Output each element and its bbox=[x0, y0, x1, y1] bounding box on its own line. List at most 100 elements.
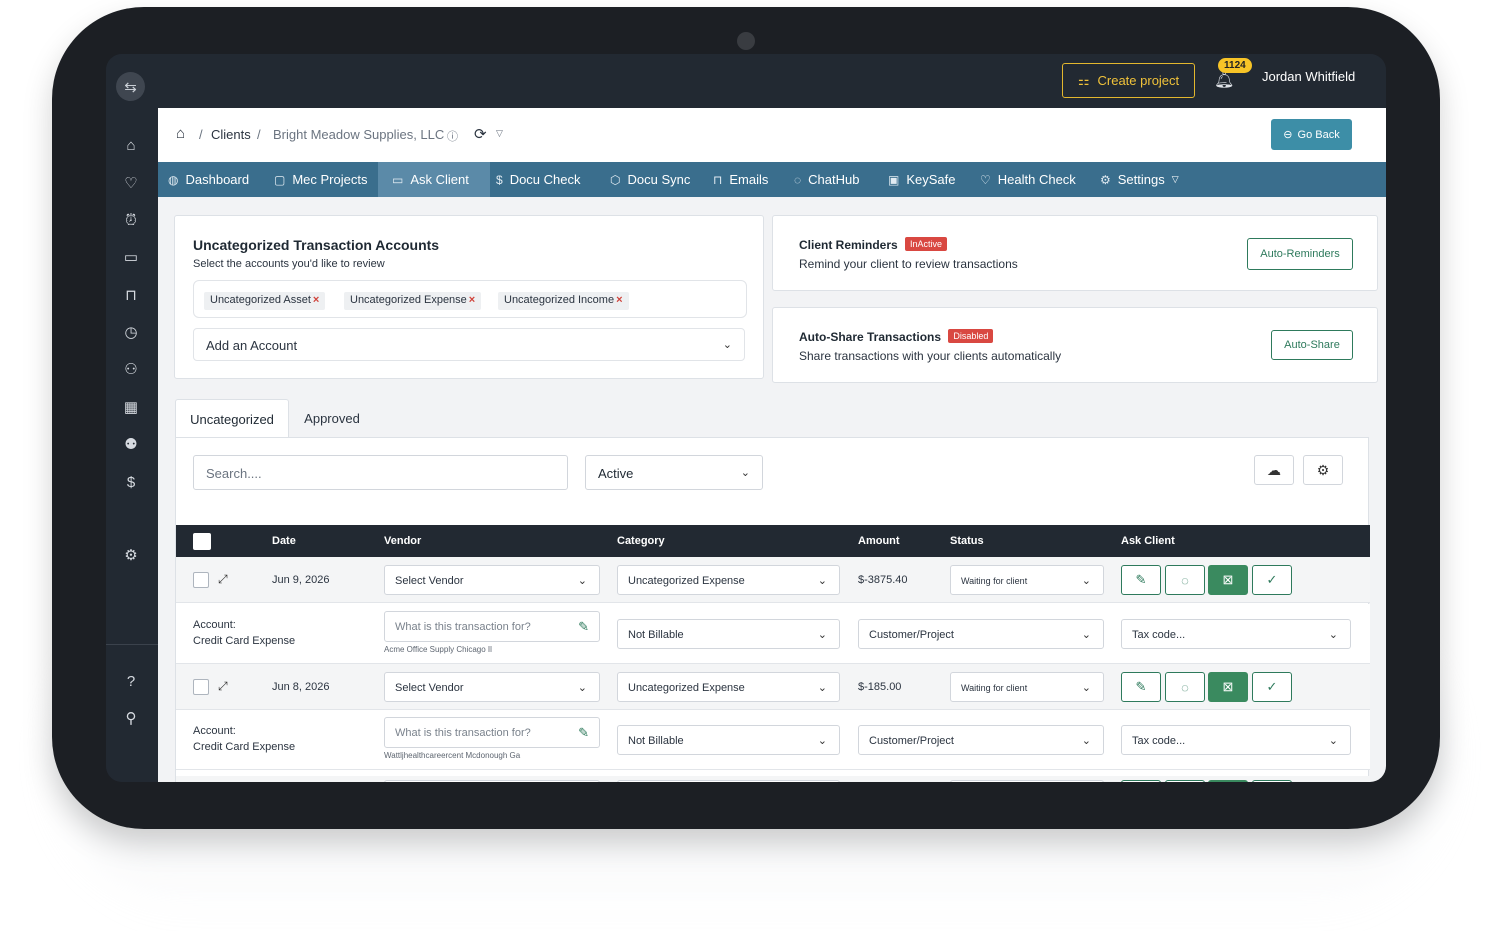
status-select[interactable] bbox=[950, 780, 1104, 782]
vendor-select[interactable]: Select Vendor ⌄ bbox=[384, 672, 600, 702]
team-icon[interactable]: ⚉ bbox=[120, 433, 142, 455]
memo-input[interactable]: What is this transaction for? ✎ bbox=[384, 611, 600, 642]
tab-docu-sync[interactable]: ⬡ Docu Sync bbox=[604, 162, 696, 197]
book-icon[interactable]: ⊓ bbox=[120, 284, 142, 306]
status-select[interactable]: Waiting for client ⌄ bbox=[950, 565, 1104, 595]
breadcrumb-clients[interactable]: Clients bbox=[211, 127, 251, 142]
status-select[interactable]: Waiting for client ⌄ bbox=[950, 672, 1104, 702]
chevron-down-icon: ⌄ bbox=[817, 575, 827, 587]
gear-icon[interactable]: ⚙ bbox=[120, 544, 142, 566]
approve-icon[interactable]: ✓ bbox=[1252, 672, 1292, 702]
approve-icon[interactable]: ✓ bbox=[1252, 565, 1292, 595]
account-chip[interactable]: Uncategorized Expense × bbox=[344, 292, 482, 310]
sidebar-toggle-icon[interactable]: ⇆ bbox=[116, 72, 145, 101]
billable-select[interactable]: Not Billable ⌄ bbox=[617, 725, 840, 755]
attach-icon[interactable]: ✎ bbox=[1121, 565, 1161, 595]
go-back-button[interactable]: ⊖ Go Back bbox=[1271, 119, 1352, 150]
row-checkbox[interactable] bbox=[193, 679, 209, 695]
cloud-download-icon[interactable]: ☁ bbox=[1254, 455, 1294, 485]
heart-icon: ♡ bbox=[980, 172, 991, 187]
row-checkbox[interactable] bbox=[193, 572, 209, 588]
add-account-select[interactable]: Add an Account ⌄ bbox=[193, 328, 745, 361]
attach-icon[interactable] bbox=[1121, 780, 1161, 782]
table-row bbox=[176, 776, 1370, 782]
auto-share-button[interactable]: Auto-Share bbox=[1271, 330, 1353, 360]
tab-mec-projects[interactable]: ▢ Mec Projects bbox=[264, 162, 377, 197]
tab-health-check[interactable]: ♡ Health Check bbox=[974, 162, 1082, 197]
account-info: Account: Credit Card Expense bbox=[193, 617, 295, 649]
select-all-checkbox[interactable] bbox=[193, 533, 211, 550]
tax-code-select[interactable]: Tax code... ⌄ bbox=[1121, 619, 1351, 649]
chevron-down-icon: ⌄ bbox=[1081, 682, 1091, 694]
table-header: Date Vendor Category Amount Status Ask C… bbox=[176, 525, 1370, 557]
customer-project-select[interactable]: Customer/Project ⌄ bbox=[858, 619, 1104, 649]
dollar-icon[interactable]: $ bbox=[120, 471, 142, 493]
expand-icon[interactable]: ⤢ bbox=[218, 679, 228, 694]
category-select[interactable] bbox=[617, 780, 840, 782]
user-name[interactable]: Jordan Whitfield bbox=[1262, 69, 1355, 84]
tab-approved[interactable]: Approved bbox=[289, 399, 375, 438]
account-chip[interactable]: Uncategorized Asset × bbox=[204, 292, 326, 310]
customer-project-select[interactable]: Customer/Project ⌄ bbox=[858, 725, 1104, 755]
chevron-down-icon: ⌄ bbox=[817, 735, 827, 747]
briefcase-icon[interactable]: ▭ bbox=[120, 246, 142, 268]
tab-ask-client[interactable]: ▭ Ask Client bbox=[378, 162, 490, 197]
approve-icon[interactable] bbox=[1252, 780, 1292, 782]
chat-icon[interactable]: ◌ bbox=[1165, 672, 1205, 702]
clock-icon[interactable]: ◷ bbox=[120, 321, 142, 343]
help-icon[interactable]: ? bbox=[120, 670, 142, 692]
chevron-down-icon[interactable]: ▽ bbox=[496, 128, 503, 139]
row-amount: $-3875.40 bbox=[858, 574, 908, 586]
tab-settings[interactable]: ⚙ Settings ▽ bbox=[1094, 162, 1185, 197]
tab-uncategorized[interactable]: Uncategorized bbox=[175, 399, 289, 438]
tax-value: Tax code... bbox=[1132, 735, 1186, 747]
gear-icon[interactable]: ⚙ bbox=[1303, 455, 1343, 485]
memo-input[interactable]: What is this transaction for? ✎ bbox=[384, 717, 600, 748]
status-filter-select[interactable]: Active ⌄ bbox=[585, 455, 763, 490]
category-select[interactable]: Uncategorized Expense ⌄ bbox=[617, 565, 840, 595]
alarm-icon[interactable]: ⏰︎ bbox=[120, 209, 142, 231]
home-icon[interactable]: ⌂ bbox=[176, 125, 185, 142]
billable-select[interactable]: Not Billable ⌄ bbox=[617, 619, 840, 649]
heart-icon[interactable]: ♡ bbox=[120, 172, 142, 194]
user-icon[interactable]: ⚲ bbox=[120, 707, 142, 729]
no-image-icon[interactable]: ⊠ bbox=[1208, 672, 1248, 702]
tab-emails[interactable]: ⊓ Emails bbox=[707, 162, 774, 197]
account-chip-input[interactable]: Uncategorized Asset × Uncategorized Expen… bbox=[193, 280, 747, 318]
info-icon[interactable]: ⓘ bbox=[447, 128, 458, 144]
sidebar-divider bbox=[106, 644, 158, 645]
status-value: Waiting for client bbox=[961, 683, 1028, 693]
vendor-select[interactable] bbox=[384, 780, 600, 782]
calendar-icon[interactable]: ▦ bbox=[120, 396, 142, 418]
create-project-button[interactable]: ⚏ Create project bbox=[1062, 63, 1195, 98]
remove-chip-icon[interactable]: × bbox=[469, 294, 475, 306]
account-chip[interactable]: Uncategorized Income × bbox=[498, 292, 629, 310]
bell-icon[interactable]: 🔔︎ bbox=[1214, 70, 1234, 90]
vendor-select[interactable]: Select Vendor ⌄ bbox=[384, 565, 600, 595]
users-icon[interactable]: ⚇ bbox=[120, 358, 142, 380]
expand-icon[interactable]: ⤢ bbox=[218, 572, 228, 587]
no-image-icon[interactable] bbox=[1208, 780, 1248, 782]
pencil-icon: ✎ bbox=[578, 725, 589, 740]
tab-keysafe[interactable]: ▣ KeySafe bbox=[882, 162, 962, 197]
tab-docu-check[interactable]: $ Docu Check bbox=[490, 162, 587, 197]
attach-icon[interactable]: ✎ bbox=[1121, 672, 1161, 702]
remove-chip-icon[interactable]: × bbox=[313, 294, 319, 306]
sync-icon[interactable]: ⟳ bbox=[474, 125, 487, 143]
no-image-icon[interactable]: ⊠ bbox=[1208, 565, 1248, 595]
chat-icon[interactable] bbox=[1165, 780, 1205, 782]
chip-label: Uncategorized Asset bbox=[210, 294, 311, 306]
tab-chathub[interactable]: ◌ ChatHub bbox=[788, 162, 865, 197]
home-icon[interactable]: ⌂ bbox=[120, 134, 142, 156]
auto-reminders-button[interactable]: Auto-Reminders bbox=[1247, 238, 1353, 270]
search-input[interactable]: Search.... bbox=[193, 455, 568, 490]
chat-icon[interactable]: ◌ bbox=[1165, 565, 1205, 595]
tax-code-select[interactable]: Tax code... ⌄ bbox=[1121, 725, 1351, 755]
chevron-down-icon: ⌄ bbox=[577, 575, 587, 587]
go-back-label: Go Back bbox=[1297, 128, 1340, 141]
tab-dashboard[interactable]: ◍ Dashboard bbox=[158, 162, 259, 197]
client-reminders-card: Client Reminders InActive Remind your cl… bbox=[772, 215, 1378, 291]
remove-chip-icon[interactable]: × bbox=[616, 294, 622, 306]
category-select[interactable]: Uncategorized Expense ⌄ bbox=[617, 672, 840, 702]
tab-label: Docu Check bbox=[509, 172, 581, 187]
